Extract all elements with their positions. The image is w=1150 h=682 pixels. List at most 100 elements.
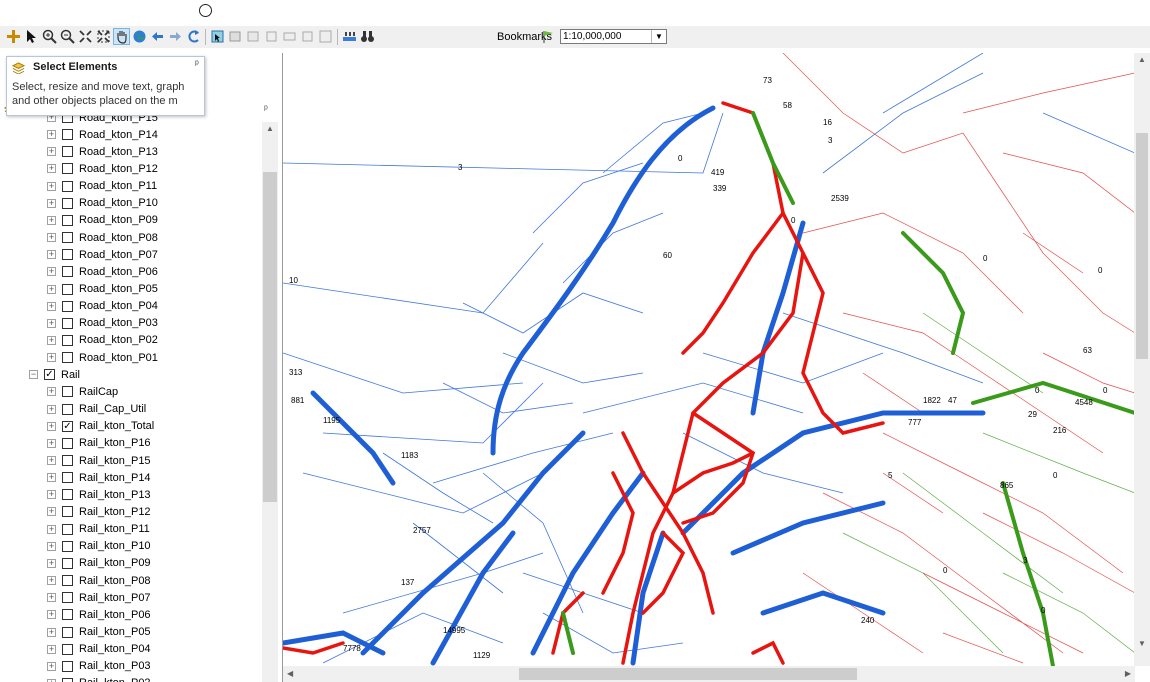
map-canvas[interactable]: 3 0 10 313 881 1195 1183 2757 137 14995 1129 7778 24…	[283, 53, 1135, 666]
map-horizontal-scrollbar[interactable]: ◀ ▶	[283, 666, 1135, 682]
expand-icon[interactable]: +	[47, 130, 56, 140]
expand-icon[interactable]: +	[47, 421, 56, 431]
layer-visibility-checkbox[interactable]	[62, 523, 73, 535]
layer-item[interactable]: + Rail_kton_P04	[47, 641, 151, 658]
layer-visibility-checkbox[interactable]	[62, 283, 73, 295]
expand-icon[interactable]: +	[47, 147, 56, 157]
map-vertical-scrollbar[interactable]: ▲ ▼	[1134, 53, 1150, 666]
layer-item[interactable]: +Rail_kton_P02	[47, 675, 151, 682]
go-to-xy-button[interactable]	[263, 28, 280, 45]
layer-item[interactable]: + Rail_kton_P12	[47, 503, 151, 520]
pin-icon[interactable]: ᵖ	[264, 104, 268, 115]
select-features-button[interactable]	[209, 28, 226, 45]
select-button[interactable]	[23, 28, 40, 45]
layer-visibility-checkbox[interactable]	[62, 489, 73, 501]
layer-item[interactable]: + RailCap	[47, 383, 118, 400]
layer-visibility-checkbox[interactable]	[62, 660, 73, 672]
expand-icon[interactable]: +	[47, 335, 56, 345]
layer-item[interactable]: + Road_kton_P07	[47, 246, 158, 263]
add-data-button[interactable]	[5, 28, 22, 45]
scroll-up-icon[interactable]: ▲	[262, 122, 278, 136]
layer-visibility-checkbox[interactable]	[62, 180, 73, 192]
pin-icon[interactable]: ᵖ	[195, 59, 199, 70]
layer-visibility-checkbox[interactable]: ✓	[44, 369, 55, 381]
layer-item[interactable]: + Road_kton_P14	[47, 126, 158, 143]
layer-item[interactable]: + Road_kton_P09	[47, 212, 158, 229]
layer-visibility-checkbox[interactable]	[62, 455, 73, 466]
layer-item[interactable]: + Rail_kton_P06	[47, 606, 151, 623]
layer-item[interactable]: + Rail_kton_P07	[47, 589, 151, 606]
expand-icon[interactable]: +	[47, 318, 56, 328]
flag-button[interactable]	[540, 28, 557, 45]
layer-item[interactable]: + Road_kton_P02	[47, 332, 158, 349]
expand-icon[interactable]: +	[47, 610, 56, 620]
map-view[interactable]: 3 0 10 313 881 1195 1183 2757 137 14995 1129 7778 24…	[282, 53, 1150, 682]
measure-button[interactable]	[281, 28, 298, 45]
expand-icon[interactable]: +	[47, 438, 56, 448]
layer-item[interactable]: + Road_kton_P08	[47, 229, 158, 246]
scroll-right-icon[interactable]: ▶	[1125, 669, 1131, 678]
layer-item[interactable]: + Road_kton_P06	[47, 263, 158, 280]
refresh-button[interactable]	[185, 28, 202, 45]
clear-selection-button[interactable]	[227, 28, 244, 45]
select-by-graphics-button[interactable]	[245, 28, 262, 45]
expand-icon[interactable]: +	[47, 267, 56, 277]
time-slider-button[interactable]	[341, 28, 358, 45]
layer-visibility-checkbox[interactable]	[62, 540, 73, 552]
expand-icon[interactable]: +	[47, 558, 56, 568]
expand-icon[interactable]: +	[47, 541, 56, 551]
layer-visibility-checkbox[interactable]	[62, 575, 73, 587]
layer-visibility-checkbox[interactable]	[62, 146, 73, 158]
back-button[interactable]	[149, 28, 166, 45]
layer-item[interactable]: + Rail_kton_P15	[47, 452, 151, 469]
expand-icon[interactable]: +	[47, 164, 56, 174]
expand-icon[interactable]: +	[47, 284, 56, 294]
expand-icon[interactable]: +	[47, 644, 56, 654]
expand-icon[interactable]: +	[47, 627, 56, 637]
expand-icon[interactable]: +	[47, 215, 56, 225]
layer-visibility-checkbox[interactable]	[62, 557, 73, 569]
layer-item[interactable]: + Rail_kton_P09	[47, 555, 151, 572]
layer-visibility-checkbox[interactable]	[62, 403, 73, 415]
scroll-down-icon[interactable]: ▼	[1138, 639, 1146, 648]
layer-item[interactable]: + Rail_Cap_Util	[47, 401, 146, 418]
layer-visibility-checkbox[interactable]	[62, 677, 73, 682]
expand-icon[interactable]: +	[47, 387, 56, 397]
layer-item[interactable]: + Road_kton_P12	[47, 160, 158, 177]
layer-visibility-checkbox[interactable]	[62, 300, 73, 312]
layer-item[interactable]: + ✓ Rail_kton_Total	[47, 418, 154, 435]
expand-icon[interactable]: +	[47, 524, 56, 534]
layer-visibility-checkbox[interactable]	[62, 129, 73, 141]
layer-item[interactable]: − ✓ Rail	[29, 366, 80, 383]
layer-visibility-checkbox[interactable]	[62, 437, 73, 449]
layer-visibility-checkbox[interactable]	[62, 249, 73, 261]
toc-scroll-thumb[interactable]	[263, 172, 277, 502]
layer-visibility-checkbox[interactable]	[62, 232, 73, 244]
layer-visibility-checkbox[interactable]	[62, 506, 73, 518]
expand-icon[interactable]: +	[47, 456, 56, 465]
full-extent-button[interactable]	[131, 28, 148, 45]
map-hscroll-thumb[interactable]	[519, 668, 857, 680]
map-scale-combo[interactable]: 1:10,000,000 ▼	[560, 29, 667, 44]
layer-visibility-checkbox[interactable]	[62, 197, 73, 209]
zoom-out-button[interactable]	[59, 28, 76, 45]
layer-visibility-checkbox[interactable]	[62, 592, 73, 604]
expand-icon[interactable]: +	[47, 661, 56, 671]
toc-vertical-scrollbar[interactable]: ▲ ▼	[262, 122, 278, 682]
pan-button[interactable]	[113, 28, 130, 45]
layer-visibility-checkbox[interactable]	[62, 266, 73, 278]
layer-item[interactable]: + Road_kton_P13	[47, 143, 158, 160]
scroll-left-icon[interactable]: ◀	[287, 669, 293, 678]
fixed-zoom-out-button[interactable]	[95, 28, 112, 45]
layer-item[interactable]: + Rail_kton_P16	[47, 435, 151, 452]
layer-visibility-checkbox[interactable]	[62, 317, 73, 329]
layer-visibility-checkbox[interactable]	[62, 352, 73, 364]
layer-visibility-checkbox[interactable]	[62, 643, 73, 655]
expand-icon[interactable]: +	[47, 473, 56, 483]
html-popup-button[interactable]	[317, 28, 334, 45]
layer-item[interactable]: + Road_kton_P03	[47, 315, 158, 332]
zoom-in-button[interactable]	[41, 28, 58, 45]
forward-button[interactable]	[167, 28, 184, 45]
expand-icon[interactable]: +	[47, 353, 56, 363]
layer-visibility-checkbox[interactable]	[62, 609, 73, 621]
